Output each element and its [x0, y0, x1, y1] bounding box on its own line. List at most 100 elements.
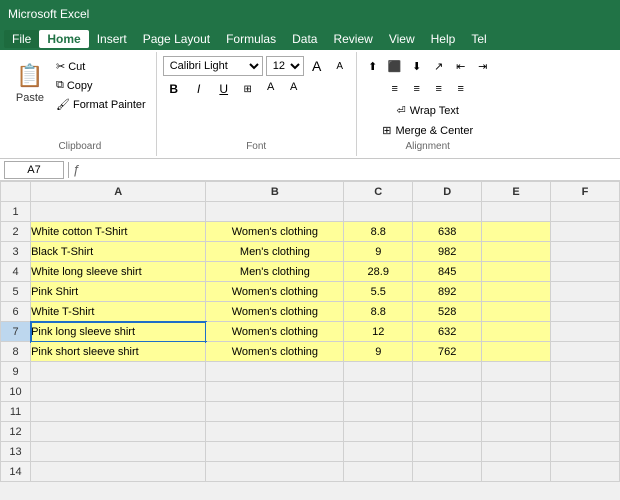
cell-f12[interactable] [551, 422, 620, 442]
italic-button[interactable]: I [188, 79, 210, 99]
cell-c13[interactable] [344, 442, 413, 462]
col-header-d[interactable]: D [413, 182, 482, 202]
cell-b6[interactable]: Women's clothing [206, 302, 344, 322]
cell-b3[interactable]: Men's clothing [206, 242, 344, 262]
cell-e14[interactable] [482, 462, 551, 482]
menu-file[interactable]: File [4, 30, 39, 48]
menu-help[interactable]: Help [423, 30, 464, 48]
col-header-f[interactable]: F [551, 182, 620, 202]
indent-decrease-button[interactable]: ⇤ [451, 56, 471, 76]
cell-b9[interactable] [206, 362, 344, 382]
increase-font-button[interactable]: A [307, 56, 327, 76]
cell-f14[interactable] [551, 462, 620, 482]
cell-a14[interactable] [31, 462, 206, 482]
menu-tel[interactable]: Tel [463, 30, 494, 48]
cell-f13[interactable] [551, 442, 620, 462]
cell-b1[interactable] [206, 202, 344, 222]
cell-c12[interactable] [344, 422, 413, 442]
text-rotation-button[interactable]: ↗ [429, 56, 449, 76]
underline-button[interactable]: U [213, 79, 235, 99]
cell-f5[interactable] [551, 282, 620, 302]
highlight-color-button[interactable]: A [261, 79, 281, 99]
cell-c11[interactable] [344, 402, 413, 422]
align-right-button[interactable]: ≡ [429, 79, 449, 99]
cell-d2[interactable]: 638 [413, 222, 482, 242]
cell-f8[interactable] [551, 342, 620, 362]
formula-input[interactable] [84, 164, 616, 176]
cell-e11[interactable] [482, 402, 551, 422]
cell-a4[interactable]: White long sleeve shirt [31, 262, 206, 282]
cell-c8[interactable]: 9 [344, 342, 413, 362]
cell-b14[interactable] [206, 462, 344, 482]
copy-button[interactable]: ⧉ Copy [52, 77, 150, 94]
cell-f11[interactable] [551, 402, 620, 422]
cell-c7[interactable]: 12 [344, 322, 413, 342]
cell-b2[interactable]: Women's clothing [206, 222, 344, 242]
spreadsheet-scroll-area[interactable]: A B C D E F 1 2 White cotton T-Shirt [0, 181, 620, 482]
cell-c10[interactable] [344, 382, 413, 402]
cell-a5[interactable]: Pink Shirt [31, 282, 206, 302]
cell-d12[interactable] [413, 422, 482, 442]
cell-d7[interactable]: 632 [413, 322, 482, 342]
cell-a13[interactable] [31, 442, 206, 462]
cut-button[interactable]: ✂ Cut [52, 58, 150, 75]
col-header-c[interactable]: C [344, 182, 413, 202]
cell-a9[interactable] [31, 362, 206, 382]
cell-a10[interactable] [31, 382, 206, 402]
cell-e7[interactable] [482, 322, 551, 342]
cell-a7[interactable]: Pink long sleeve shirt [31, 322, 206, 342]
cell-f9[interactable] [551, 362, 620, 382]
cell-a11[interactable] [31, 402, 206, 422]
cell-a12[interactable] [31, 422, 206, 442]
cell-d1[interactable] [413, 202, 482, 222]
cell-d3[interactable]: 982 [413, 242, 482, 262]
align-left-button[interactable]: ≡ [385, 79, 405, 99]
cell-f1[interactable] [551, 202, 620, 222]
cell-b4[interactable]: Men's clothing [206, 262, 344, 282]
justify-button[interactable]: ≡ [451, 79, 471, 99]
cell-d4[interactable]: 845 [413, 262, 482, 282]
menu-insert[interactable]: Insert [89, 30, 135, 48]
cell-d9[interactable] [413, 362, 482, 382]
cell-f3[interactable] [551, 242, 620, 262]
borders-button[interactable]: ⊞ [238, 79, 258, 99]
cell-f10[interactable] [551, 382, 620, 402]
cell-a8[interactable]: Pink short sleeve shirt [31, 342, 206, 362]
paste-button[interactable]: 📋 Paste [10, 56, 50, 108]
bold-button[interactable]: B [163, 79, 185, 99]
cell-e13[interactable] [482, 442, 551, 462]
cell-d6[interactable]: 528 [413, 302, 482, 322]
cell-d10[interactable] [413, 382, 482, 402]
cell-b12[interactable] [206, 422, 344, 442]
cell-e2[interactable] [482, 222, 551, 242]
cell-c6[interactable]: 8.8 [344, 302, 413, 322]
align-middle-button[interactable]: ⬛ [385, 56, 405, 76]
cell-a6[interactable]: White T-Shirt [31, 302, 206, 322]
cell-e1[interactable] [482, 202, 551, 222]
indent-increase-button[interactable]: ⇥ [473, 56, 493, 76]
cell-c4[interactable]: 28.9 [344, 262, 413, 282]
cell-e10[interactable] [482, 382, 551, 402]
cell-a3[interactable]: Black T-Shirt [31, 242, 206, 262]
menu-formulas[interactable]: Formulas [218, 30, 284, 48]
cell-b7[interactable]: Women's clothing [206, 322, 344, 342]
name-box[interactable] [4, 161, 64, 179]
cell-e9[interactable] [482, 362, 551, 382]
cell-e6[interactable] [482, 302, 551, 322]
cell-f2[interactable] [551, 222, 620, 242]
cell-b8[interactable]: Women's clothing [206, 342, 344, 362]
cell-f6[interactable] [551, 302, 620, 322]
cell-f7[interactable] [551, 322, 620, 342]
cell-c5[interactable]: 5.5 [344, 282, 413, 302]
wrap-text-button[interactable]: ⏎ Wrap Text [393, 102, 463, 119]
font-family-select[interactable]: Calibri Light [163, 56, 263, 76]
menu-review[interactable]: Review [325, 30, 380, 48]
cell-c3[interactable]: 9 [344, 242, 413, 262]
cell-d13[interactable] [413, 442, 482, 462]
cell-e3[interactable] [482, 242, 551, 262]
col-header-e[interactable]: E [482, 182, 551, 202]
cell-d8[interactable]: 762 [413, 342, 482, 362]
menu-home[interactable]: Home [39, 30, 88, 48]
col-header-a[interactable]: A [31, 182, 206, 202]
col-header-b[interactable]: B [206, 182, 344, 202]
